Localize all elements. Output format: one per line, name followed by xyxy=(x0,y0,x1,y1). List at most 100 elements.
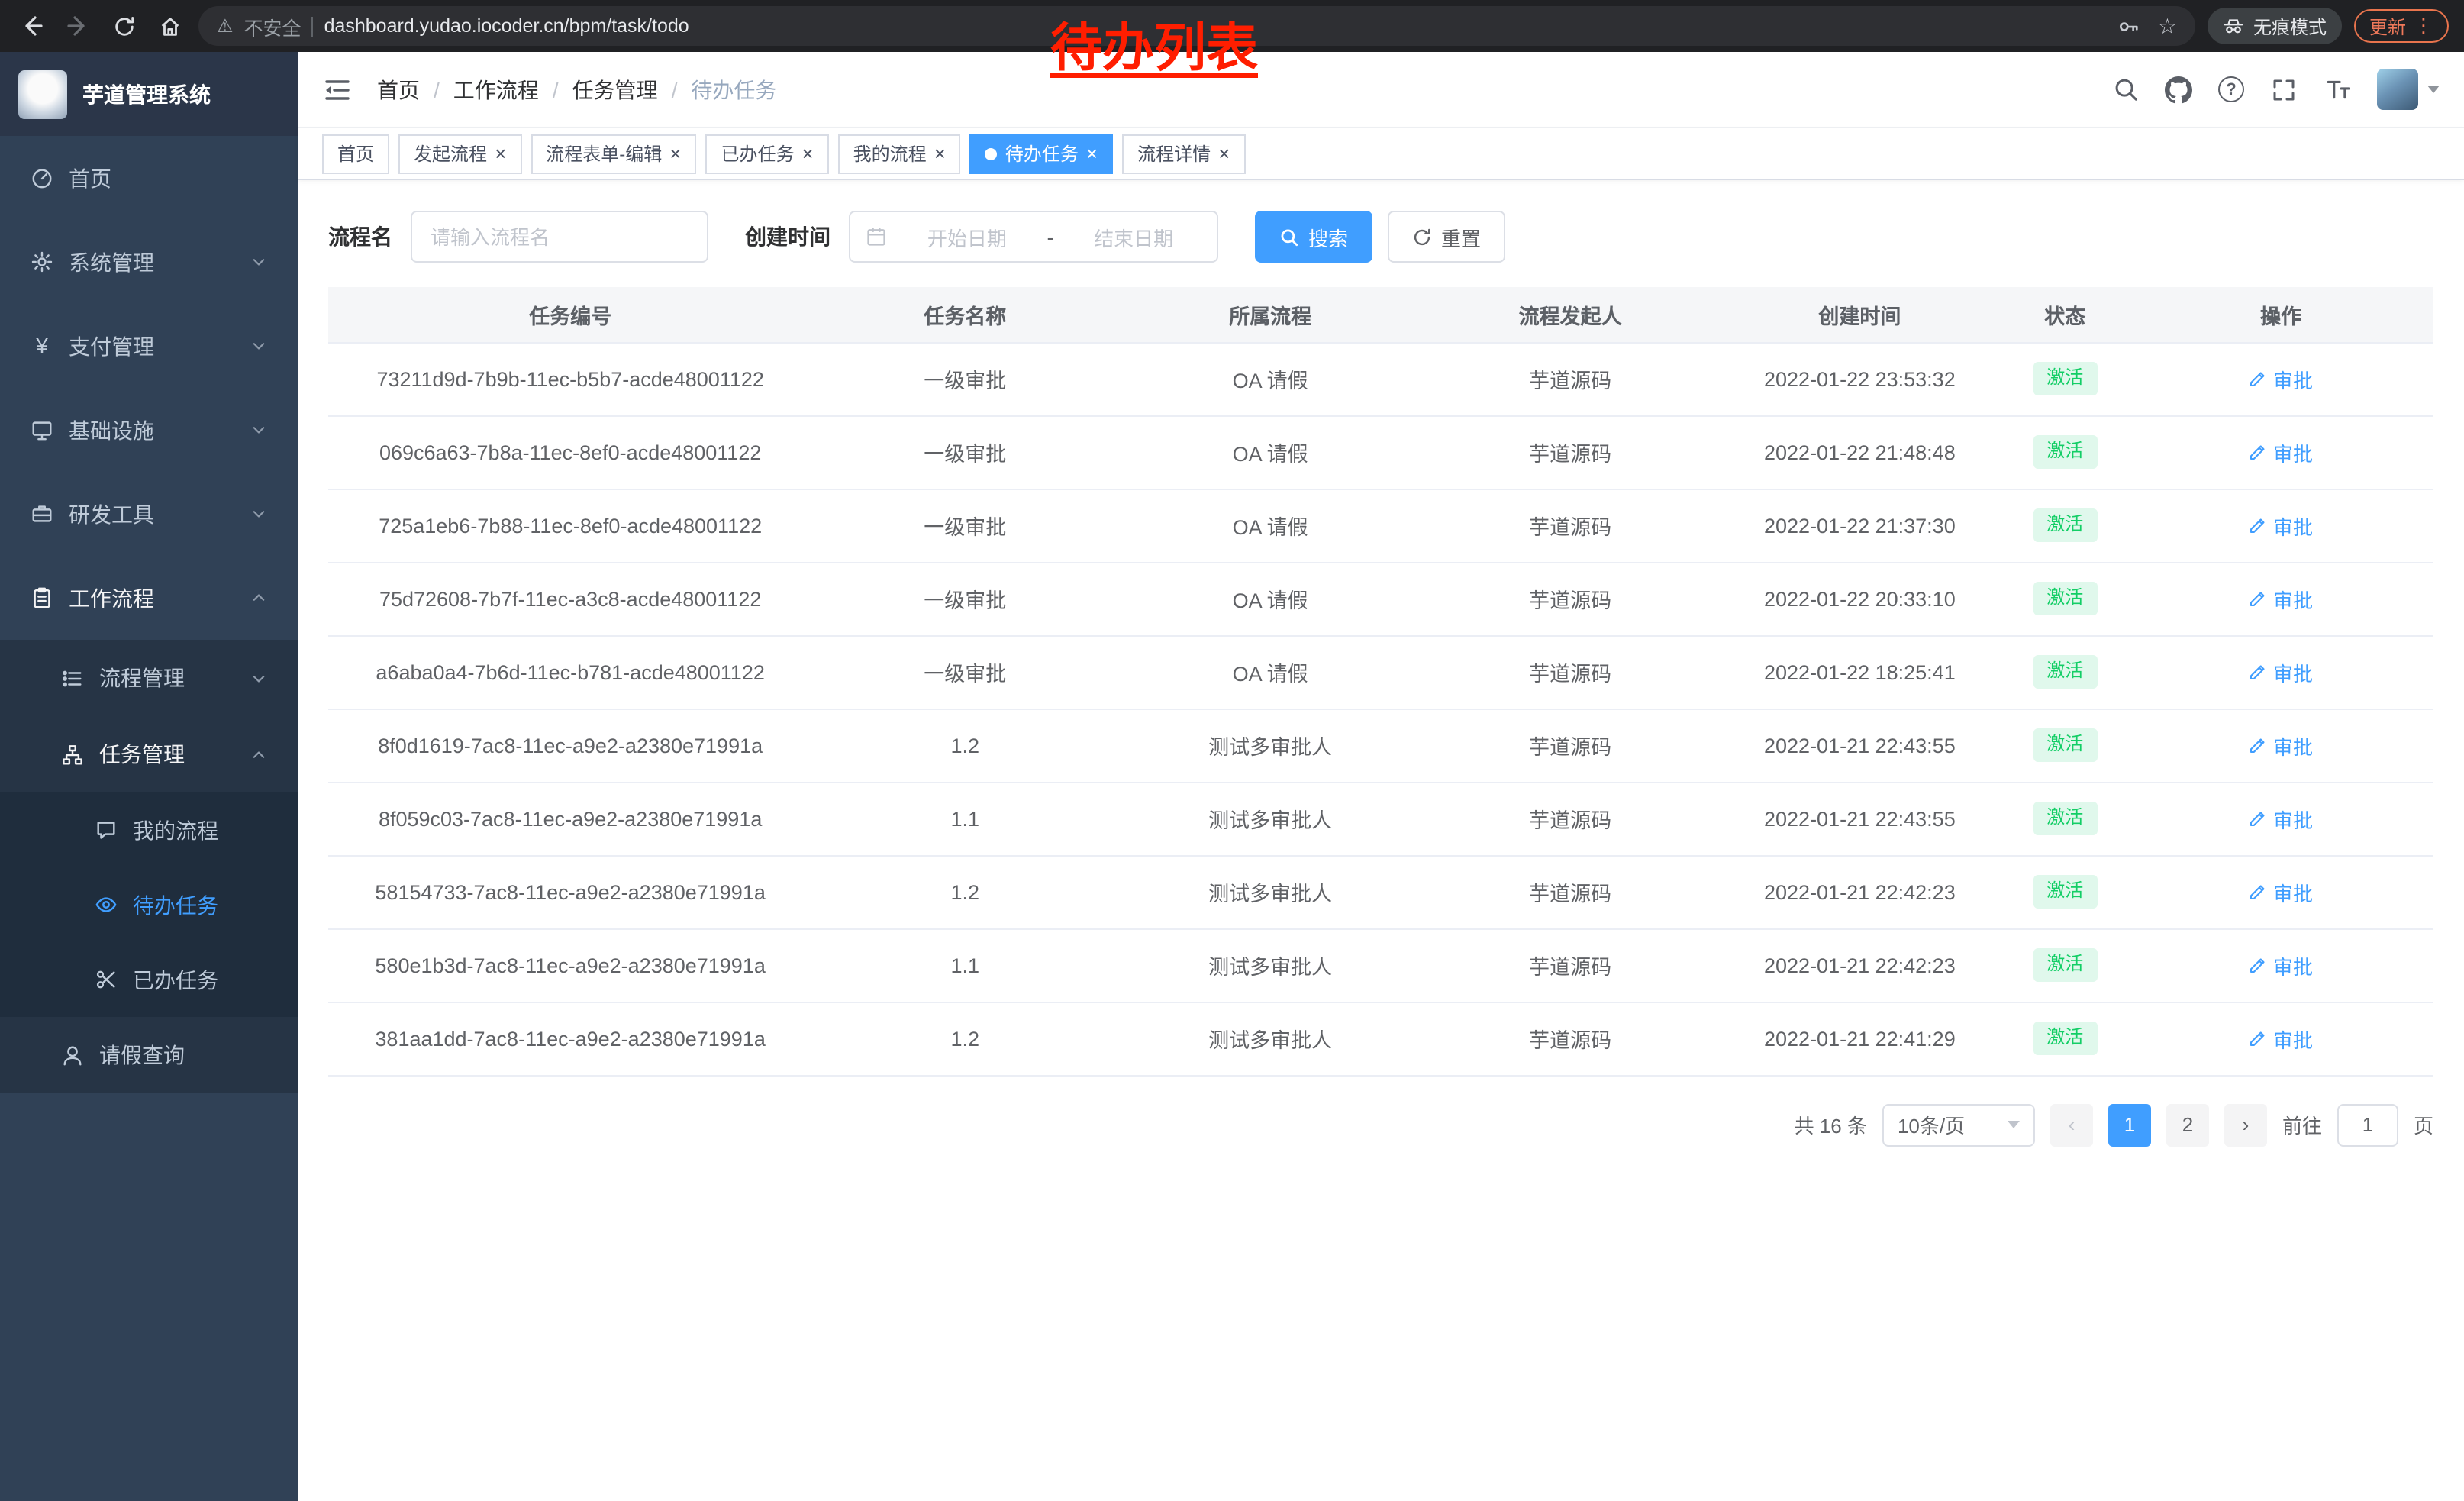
filter-bar: 流程名 创建时间 开始日期 - 结束日期 搜索 xyxy=(328,211,2433,263)
forward-icon[interactable] xyxy=(61,9,95,43)
sidebar-item-process-management[interactable]: 流程管理 xyxy=(0,640,298,716)
task-name-cell: 一级审批 xyxy=(812,489,1118,562)
approve-button[interactable]: 审批 xyxy=(2249,804,2313,833)
search-button[interactable]: 搜索 xyxy=(1255,211,1372,263)
bookmark-star-icon[interactable]: ☆ xyxy=(2158,13,2177,39)
goto-page-input[interactable] xyxy=(2337,1103,2398,1146)
password-key-icon[interactable] xyxy=(2115,12,2143,40)
view-tab[interactable]: 待办任务 × xyxy=(970,134,1113,173)
approve-button[interactable]: 审批 xyxy=(2249,877,2313,906)
page-size-select[interactable]: 10条/页 xyxy=(1882,1103,2035,1146)
edit-icon xyxy=(2249,663,2267,681)
sidebar-item-infrastructure[interactable]: 基础设施 xyxy=(0,388,298,472)
breadcrumb: 首页 / 工作流程 / 任务管理 / 待办任务 xyxy=(377,74,776,105)
chevron-down-icon xyxy=(250,253,267,270)
sidebar-item-task-management[interactable]: 任务管理 xyxy=(0,716,298,792)
col-task-name: 任务名称 xyxy=(812,287,1118,342)
view-tab[interactable]: 流程详情 × xyxy=(1122,134,1245,173)
sidebar-item-dev-tools[interactable]: 研发工具 xyxy=(0,472,298,556)
sidebar-item-payment[interactable]: ¥ 支付管理 xyxy=(0,304,298,388)
security-label: 不安全 xyxy=(244,11,302,40)
process-name-input[interactable] xyxy=(411,211,708,263)
status-cell: 激活 xyxy=(2002,709,2128,782)
approve-button[interactable]: 审批 xyxy=(2249,731,2313,760)
breadcrumb-workflow[interactable]: 工作流程 xyxy=(453,74,539,105)
col-actions: 操作 xyxy=(2128,287,2433,342)
reset-button[interactable]: 重置 xyxy=(1388,211,1505,263)
sidebar-item-done-tasks[interactable]: 已办任务 xyxy=(0,942,298,1017)
view-tab[interactable]: 我的流程 × xyxy=(838,134,961,173)
avatar xyxy=(2377,69,2418,110)
sidebar-item-todo-tasks[interactable]: 待办任务 xyxy=(0,867,298,942)
sidebar-item-workflow[interactable]: 工作流程 xyxy=(0,556,298,640)
view-tab[interactable]: 已办任务 × xyxy=(705,134,828,173)
process-cell: 测试多审批人 xyxy=(1118,782,1423,855)
approve-button[interactable]: 审批 xyxy=(2249,657,2313,686)
date-range-picker[interactable]: 开始日期 - 结束日期 xyxy=(849,211,1218,263)
browser-menu-icon[interactable]: ⋮ xyxy=(2414,14,2433,38)
sidebar-item-home[interactable]: 首页 xyxy=(0,136,298,220)
view-tab[interactable]: 流程表单-编辑 × xyxy=(531,134,696,173)
close-icon[interactable]: × xyxy=(1086,144,1098,163)
calendar-icon xyxy=(866,226,887,247)
reload-icon[interactable] xyxy=(107,9,140,43)
initiator-cell: 芋道源码 xyxy=(1423,489,1717,562)
fullscreen-icon[interactable] xyxy=(2270,76,2298,103)
sidebar-collapse-icon[interactable] xyxy=(322,74,353,105)
user-menu[interactable] xyxy=(2377,69,2440,110)
tab-bar: 首页 发起流程 × 流程表单-编辑 × xyxy=(298,128,2464,180)
search-icon[interactable] xyxy=(2111,76,2139,103)
home-icon[interactable] xyxy=(153,9,186,43)
approve-button[interactable]: 审批 xyxy=(2249,364,2313,393)
sidebar-item-my-processes[interactable]: 我的流程 xyxy=(0,792,298,867)
task-name-cell: 1.2 xyxy=(812,855,1118,928)
font-size-icon[interactable] xyxy=(2324,76,2351,103)
view-tab[interactable]: 发起流程 × xyxy=(398,134,521,173)
approve-button[interactable]: 审批 xyxy=(2249,511,2313,540)
scissors-icon xyxy=(95,968,118,991)
breadcrumb-task-management[interactable]: 任务管理 xyxy=(572,74,658,105)
task-id-cell: 8f059c03-7ac8-11ec-a9e2-a2380e71991a xyxy=(328,782,812,855)
back-icon[interactable] xyxy=(15,9,49,43)
sidebar-item-system[interactable]: 系统管理 xyxy=(0,220,298,304)
initiator-cell: 芋道源码 xyxy=(1423,709,1717,782)
approve-button[interactable]: 审批 xyxy=(2249,1024,2313,1053)
close-icon[interactable]: × xyxy=(1218,144,1230,163)
help-icon[interactable]: ? xyxy=(2218,76,2244,102)
edit-icon xyxy=(2249,883,2267,901)
app-title: 芋道管理系统 xyxy=(82,79,211,109)
list-icon xyxy=(61,667,84,689)
close-icon[interactable]: × xyxy=(669,144,681,163)
status-cell: 激活 xyxy=(2002,1002,2128,1075)
user-icon xyxy=(61,1044,84,1067)
next-page-button[interactable]: › xyxy=(2224,1103,2267,1146)
sidebar-item-leave-query[interactable]: 请假查询 xyxy=(0,1017,298,1093)
process-cell: OA 请假 xyxy=(1118,635,1423,709)
breadcrumb-home[interactable]: 首页 xyxy=(377,74,420,105)
status-badge: 激活 xyxy=(2033,362,2097,395)
view-tab[interactable]: 首页 xyxy=(322,134,389,173)
approve-button[interactable]: 审批 xyxy=(2249,951,2313,980)
close-icon[interactable]: × xyxy=(801,144,813,163)
approve-button[interactable]: 审批 xyxy=(2249,437,2313,466)
page-button-1[interactable]: 1 xyxy=(2108,1103,2151,1146)
prev-page-button[interactable]: ‹ xyxy=(2050,1103,2093,1146)
github-icon[interactable] xyxy=(2165,76,2192,103)
create-time-cell: 2022-01-21 22:43:55 xyxy=(1717,782,2001,855)
approve-button[interactable]: 审批 xyxy=(2249,584,2313,613)
page-button-2[interactable]: 2 xyxy=(2166,1103,2209,1146)
process-name-label: 流程名 xyxy=(328,221,392,252)
pagination: 共 16 条 10条/页 ‹ 1 2 › 前往 页 xyxy=(328,1103,2433,1146)
chevron-down-icon xyxy=(2008,1121,2020,1128)
close-icon[interactable]: × xyxy=(934,144,946,163)
task-id-cell: 75d72608-7b7f-11ec-a3c8-acde48001122 xyxy=(328,562,812,635)
task-name-cell: 一级审批 xyxy=(812,342,1118,415)
initiator-cell: 芋道源码 xyxy=(1423,342,1717,415)
close-icon[interactable]: × xyxy=(495,144,506,163)
date-separator: - xyxy=(1047,225,1054,248)
goto-label: 前往 xyxy=(2282,1110,2322,1139)
status-cell: 激活 xyxy=(2002,489,2128,562)
table-row: 75d72608-7b7f-11ec-a3c8-acde48001122 一级审… xyxy=(328,562,2433,635)
page-unit-label: 页 xyxy=(2414,1110,2433,1139)
update-button[interactable]: 更新 ⋮ xyxy=(2354,9,2449,43)
